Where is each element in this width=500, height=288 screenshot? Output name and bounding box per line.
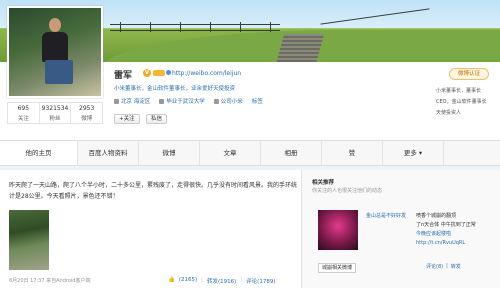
tab-weibo[interactable]: 微博 [139, 141, 200, 165]
stat-label: 粉丝 [49, 116, 61, 122]
stat-label: 微博 [81, 116, 93, 122]
profile-side-description: 小米董事长，董事长 CEO，金山软件董事长 天使投资人 [436, 86, 496, 119]
related-heading: 相关推荐 [312, 180, 335, 186]
banner-fence-right [320, 8, 430, 25]
tab-articles[interactable]: 文章 [200, 141, 261, 165]
profile-url[interactable]: http://weibo.com/leijun [172, 70, 241, 77]
related-actions: 评论(8) | 转发 [426, 263, 461, 270]
fence-post [180, 22, 181, 32]
fence-post [120, 22, 121, 32]
stat-label: 关注 [17, 116, 29, 122]
vip-badge-icon[interactable] [153, 70, 165, 76]
tab-album[interactable]: 相册 [261, 141, 322, 165]
stat-number: 9321534 [41, 105, 69, 112]
related-text: 喷香个城崩的翻顶 了n天合体 中午抗到了正常 今晚应该起楼啦 http://t.… [416, 212, 496, 248]
tab-more[interactable]: 更多 ▾ [383, 141, 444, 165]
feed-post: 昨天爬了一天山路，爬了八个半小时，二十多公里，累残废了，走得很快。几乎没有时间看… [0, 170, 302, 288]
location-text: 北京 海淀区 [121, 99, 151, 105]
related-panel: 相关推荐 你关注的人也很关注他们的动态 金山总是不好好发 喷香个城崩的翻顶 了n… [302, 170, 500, 288]
related-repost-button[interactable]: 转发 [451, 263, 461, 270]
fence-post [150, 22, 151, 32]
post-image[interactable] [9, 210, 49, 270]
side-desc-line: 天使投资人 [436, 110, 462, 116]
link-icon [166, 70, 171, 75]
location-icon [114, 99, 119, 104]
profile-tabs: 他的主页 百度人物资料 微博 文章 相册 赞 更多 ▾ [0, 140, 500, 166]
company-text: 公司小米 [220, 99, 243, 105]
repost-button[interactable]: 转发(1916) [207, 277, 236, 285]
stat-following[interactable]: 695 关注 [8, 103, 40, 123]
tags-link[interactable]: 标签 [252, 97, 263, 105]
banner-fence-top [110, 24, 280, 25]
post-meta[interactable]: 6月20日 17:37 来自Android客户端 [9, 277, 90, 284]
profile-description: 小米董事长，金山软件董事长，业余爱好天使投资 [114, 86, 236, 92]
related-subheading: 你关注的人也很关注他们的动态 [312, 188, 383, 194]
profile-name: 雷军 [114, 71, 133, 81]
related-tag[interactable]: 城崩相关微博 [318, 263, 357, 273]
company-icon [213, 99, 219, 104]
like-icon[interactable]: 👍 [168, 277, 175, 285]
side-desc-line: CEO，金山软件董事长 [436, 99, 487, 105]
related-text-line: 了n天合体 中午抗到了正常 [416, 222, 476, 228]
fence-post [240, 22, 241, 32]
school[interactable]: 毕业于武汉大学 [159, 97, 205, 105]
post-actions: 👍 (2165) | 转发(1916) | 评论(1789) [168, 277, 275, 285]
banner-steps [275, 34, 325, 62]
side-desc-line: 小米董事长，董事长 [436, 88, 482, 94]
stat-number: 695 [17, 105, 30, 112]
school-text: 毕业于武汉大学 [166, 99, 205, 105]
related-text-line: 喷香个城崩的翻顶 [416, 213, 457, 219]
profile-info-row: 北京 海淀区 毕业于武汉大学 公司小米 标签 [114, 97, 263, 105]
post-text: 昨天爬了一天山路，爬了八个半小时，二十多公里，累残废了，走得很快。几乎没有时间看… [9, 182, 298, 200]
profile-stats: 695 关注 9321534 粉丝 2953 微博 [7, 102, 103, 124]
action-separator: | [446, 263, 448, 269]
tab-baidu-profile[interactable]: 百度人物资料 [78, 141, 139, 165]
certify-button[interactable]: 微博认证 [449, 68, 489, 80]
avatar-head [49, 18, 61, 32]
stat-followers[interactable]: 9321534 粉丝 [40, 103, 72, 123]
comment-button[interactable]: 评论(1789) [246, 277, 275, 285]
stat-number: 2953 [79, 105, 95, 112]
location: 北京 海淀区 [114, 97, 150, 105]
stat-posts[interactable]: 2953 微博 [71, 103, 102, 123]
fence-post [210, 22, 211, 32]
tab-home[interactable]: 他的主页 [0, 141, 78, 165]
verified-icon: V [143, 69, 151, 77]
avatar-body [42, 32, 68, 62]
related-image[interactable] [318, 210, 358, 250]
message-button[interactable]: 私信 [146, 114, 168, 124]
action-separator: | [201, 277, 204, 283]
related-comment-button[interactable]: 评论(8) [426, 263, 443, 270]
like-count[interactable]: (2165) [179, 277, 197, 285]
related-user[interactable]: 金山总是不好好发 [366, 212, 406, 219]
related-link[interactable]: 今晚应该起楼啦 http://t.cn/RvuUqRL [416, 230, 496, 248]
follow-button[interactable]: +关注 [114, 114, 140, 124]
school-icon [159, 99, 165, 104]
banner-fence [110, 30, 280, 31]
action-separator: | [240, 277, 243, 283]
tab-likes[interactable]: 赞 [322, 141, 383, 165]
company[interactable]: 公司小米 [213, 97, 243, 105]
avatar[interactable] [7, 6, 103, 98]
fence-post [270, 22, 271, 32]
avatar-legs [45, 60, 73, 84]
